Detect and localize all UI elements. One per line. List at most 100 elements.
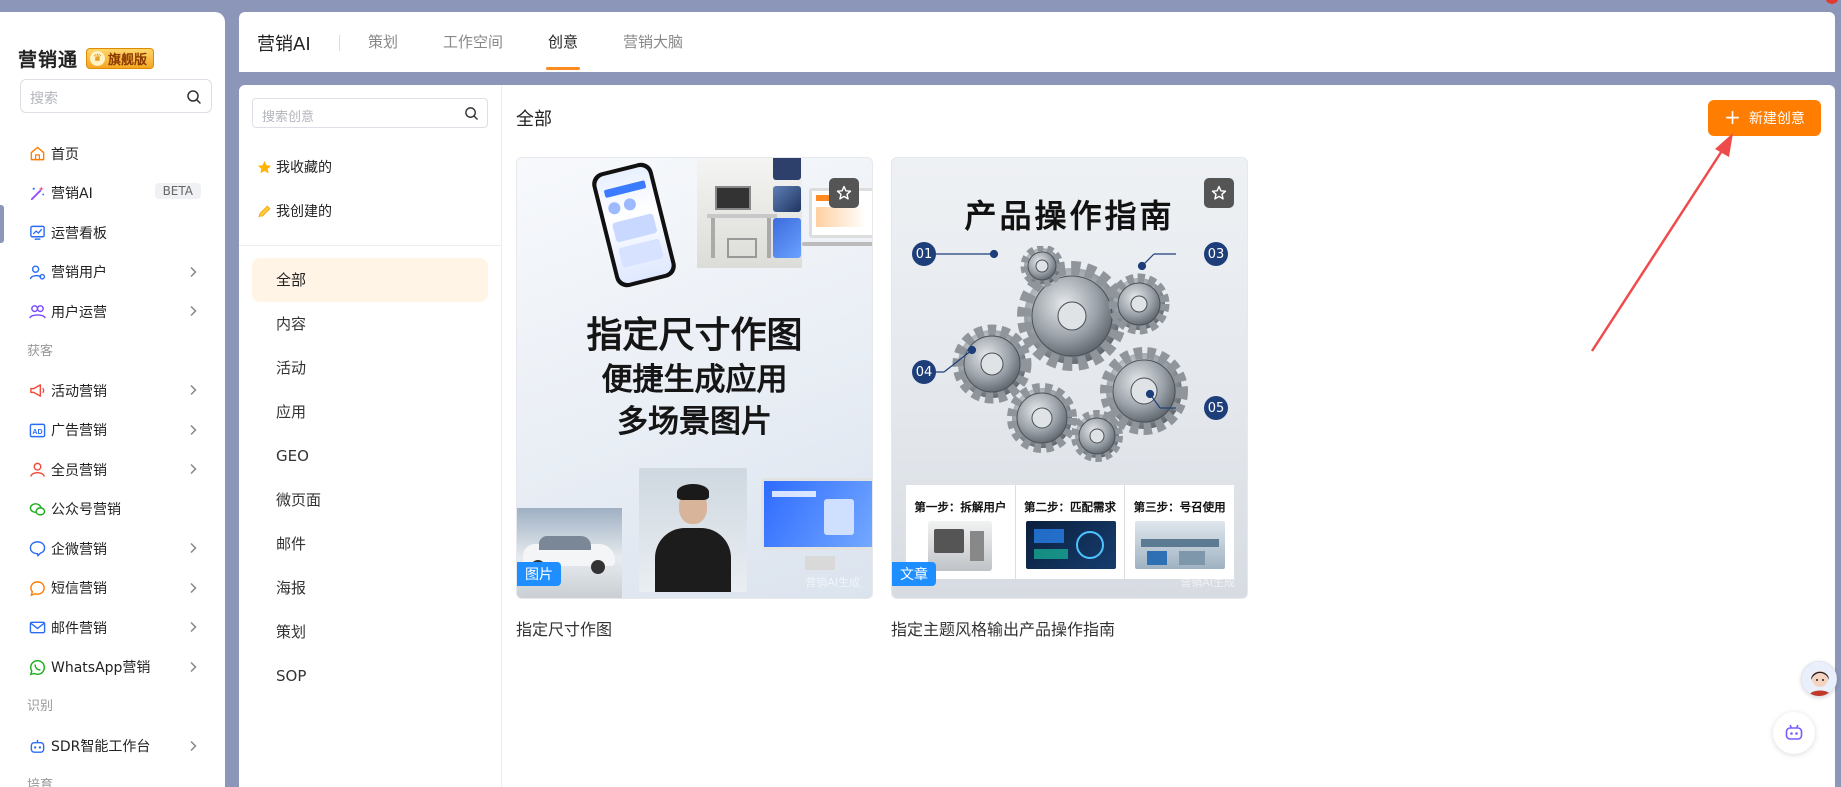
tab-marketing-brain[interactable]: 营销大脑 — [623, 31, 683, 52]
tab-planning[interactable]: 策划 — [368, 31, 398, 52]
dashboard-photo — [1025, 521, 1116, 569]
robot-chat-icon — [1785, 724, 1803, 740]
magic-wand-icon — [28, 184, 46, 202]
sidebar-item-marketing-ai[interactable]: 营销AI BETA — [0, 174, 225, 214]
art-subline: 多场景图片 — [617, 404, 772, 440]
creative-card[interactable]: 产品操作指南 01 03 04 05 第一步：拆解用户 第二步：匹配需求 第三步… — [891, 157, 1248, 640]
watermark: 营销AI生成 — [1180, 576, 1235, 589]
sidebar-item-label: 企微营销 — [51, 541, 107, 558]
factory-photo — [1135, 521, 1226, 569]
star-icon — [256, 159, 272, 175]
sidebar-item-sms-marketing[interactable]: 短信营销 — [0, 569, 225, 609]
star-outline-icon — [1211, 185, 1227, 200]
staff-icon — [28, 461, 46, 479]
art-headline: 指定尺寸作图 — [586, 315, 803, 356]
card-thumbnail[interactable]: 产品操作指南 01 03 04 05 第一步：拆解用户 第二步：匹配需求 第三步… — [891, 157, 1248, 599]
top-nav: 营销AI 策划 工作空间 创意 营销大脑 — [239, 12, 1835, 72]
creative-card[interactable]: 指定尺寸作图 便捷生成应用 多场景图片 图片 营销AI生成 指定尺寸作图 — [516, 157, 873, 640]
sidebar-search-input[interactable]: 搜索 — [20, 79, 212, 113]
sidebar-item-home[interactable]: 首页 — [0, 134, 225, 174]
star-outline-icon — [836, 185, 852, 200]
tab-workspace[interactable]: 工作空间 — [443, 31, 503, 52]
step-panel: 第二步：匹配需求 — [1016, 485, 1126, 579]
category-item-app[interactable]: 应用 — [252, 390, 488, 434]
brand: 营销通 ♛ 旗舰版 — [18, 45, 155, 72]
category-item-planning[interactable]: 策划 — [252, 610, 488, 654]
machine-photo — [928, 521, 992, 571]
gallery-heading: 全部 — [516, 109, 552, 130]
sidebar-item-label: 公众号营销 — [51, 502, 121, 519]
sidebar-item-sdr-workbench[interactable]: SDR智能工作台 — [0, 727, 225, 767]
step-label: 第一步：拆解用户 — [914, 500, 1007, 514]
card-thumbnail[interactable]: 指定尺寸作图 便捷生成应用 多场景图片 图片 营销AI生成 — [516, 157, 873, 599]
card-title[interactable]: 指定主题风格输出产品操作指南 — [891, 616, 1248, 640]
category-item-micro-page[interactable]: 微页面 — [252, 478, 488, 522]
sidebar-item-label: 营销AI — [51, 186, 93, 203]
category-item-content[interactable]: 内容 — [252, 302, 488, 346]
favorite-button[interactable] — [829, 178, 859, 208]
my-favorites-label: 我收藏的 — [276, 160, 332, 176]
user-settings-icon — [28, 263, 46, 281]
my-favorites-link[interactable]: 我收藏的 — [256, 157, 332, 177]
sidebar-item-label: 用户运营 — [51, 304, 107, 321]
new-creative-label: 新建创意 — [1748, 111, 1805, 127]
watermark: 营销AI生成 — [805, 576, 860, 589]
card-title[interactable]: 指定尺寸作图 — [516, 616, 873, 640]
category-item-email[interactable]: 邮件 — [252, 522, 488, 566]
ai-chat-button[interactable] — [1773, 712, 1815, 754]
search-icon[interactable] — [186, 89, 202, 105]
sidebar-section-nurture: 培育 — [27, 778, 54, 787]
sidebar-item-email-marketing[interactable]: 邮件营销 — [0, 608, 225, 648]
sidebar-item-wecom-marketing[interactable]: 企微营销 — [0, 529, 225, 569]
monitor-stand — [805, 556, 835, 570]
phone-mockup — [589, 160, 679, 290]
sidebar-item-official-account[interactable]: 公众号营销 — [0, 490, 225, 530]
edition-badge: ♛ 旗舰版 — [86, 48, 155, 69]
photo-tile — [773, 186, 801, 212]
search-icon[interactable] — [464, 106, 479, 121]
sidebar-item-ops-dashboard[interactable]: 运营看板 — [0, 213, 225, 253]
art-headline: 产品操作指南 — [964, 197, 1175, 235]
sidebar-item-label: SDR智能工作台 — [51, 739, 151, 756]
category-item-poster[interactable]: 海报 — [252, 566, 488, 610]
chevron-right-icon — [190, 740, 197, 751]
chevron-right-icon — [190, 661, 197, 672]
my-created-link[interactable]: 我创建的 — [256, 201, 332, 221]
category-item-event[interactable]: 活动 — [252, 346, 488, 390]
creative-search-input[interactable]: 搜索创意 — [252, 98, 488, 128]
edition-badge-label: 旗舰版 — [108, 53, 148, 68]
sidebar-item-user-ops[interactable]: 用户运营 — [0, 292, 225, 332]
crown-icon: ♛ — [90, 51, 106, 66]
sidebar-item-ad-marketing[interactable]: AD 广告营销 — [0, 411, 225, 451]
sidebar-item-label: 活动营销 — [51, 383, 107, 400]
sidebar-nav: 首页 营销AI BETA 运营看板 营销用户 用户运营 获客 活动营销 AD 广… — [0, 134, 225, 787]
sidebar-item-label: 邮件营销 — [51, 620, 107, 637]
sidebar-item-staff-marketing[interactable]: 全员营销 — [0, 450, 225, 490]
content-panel: 搜索创意 我收藏的 我创建的 全部 内容 活动 应用 GEO 微页面 邮件 海报… — [239, 85, 1835, 787]
category-item-all[interactable]: 全部 — [252, 258, 488, 302]
laptop-base — [802, 242, 872, 246]
category-item-sop[interactable]: SOP — [252, 654, 488, 698]
favorite-button[interactable] — [1204, 178, 1234, 208]
beta-badge: BETA — [154, 182, 201, 199]
plus-icon: + — [1724, 105, 1741, 129]
sidebar-item-event-marketing[interactable]: 活动营销 — [0, 371, 225, 411]
chevron-right-icon — [190, 463, 197, 475]
tab-creative[interactable]: 创意 — [545, 31, 581, 70]
step-panel: 第三步：号召使用 — [1125, 485, 1234, 579]
art-subline: 便捷生成应用 — [601, 362, 788, 398]
monitor-mockup — [761, 478, 872, 550]
brand-name: 营销通 — [18, 49, 79, 71]
chevron-right-icon — [190, 305, 197, 317]
sidebar-item-marketing-users[interactable]: 营销用户 — [0, 253, 225, 293]
sidebar-item-label: 广告营销 — [51, 423, 107, 440]
sidebar-item-label: 营销用户 — [51, 265, 107, 282]
sidebar-search-placeholder: 搜索 — [30, 91, 58, 107]
step-number-badge: 03 — [1204, 242, 1228, 266]
gears-illustration — [932, 246, 1188, 462]
sidebar-section-acquisition: 获客 — [27, 343, 54, 359]
category-item-geo[interactable]: GEO — [252, 434, 488, 478]
svg-text:AD: AD — [32, 428, 42, 436]
assistant-avatar-button[interactable] — [1801, 661, 1837, 697]
sidebar-item-whatsapp-marketing[interactable]: WhatsApp营销 — [0, 648, 225, 688]
